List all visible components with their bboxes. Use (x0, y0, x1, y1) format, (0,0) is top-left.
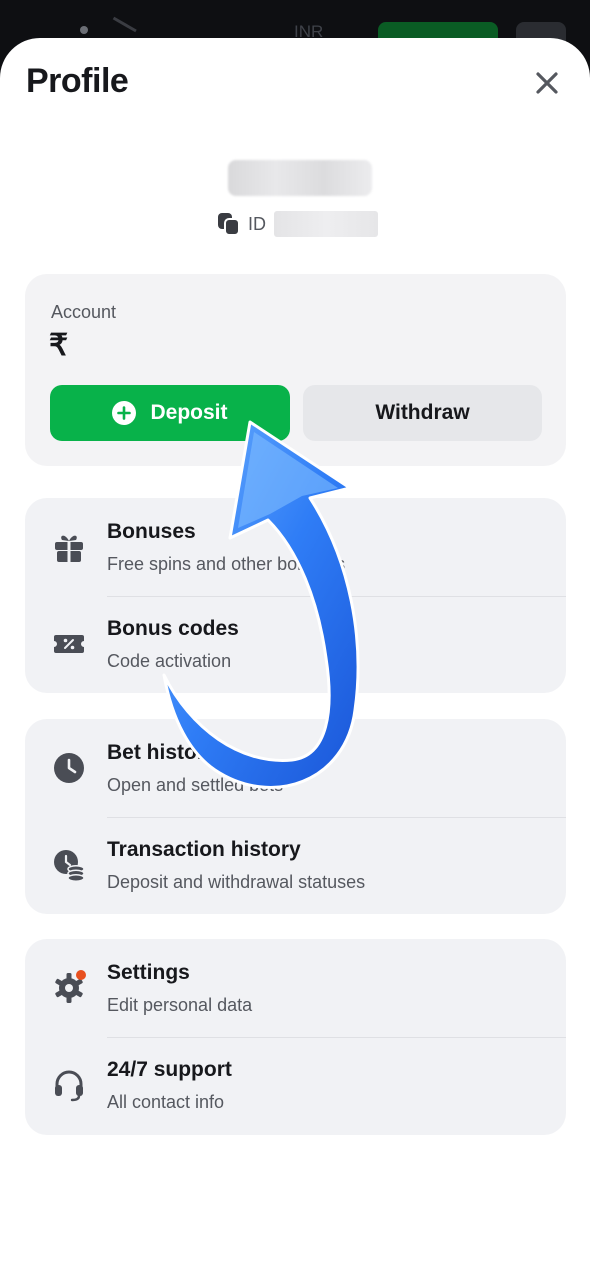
page-title: Profile (26, 62, 129, 100)
id-label: ID (248, 213, 266, 234)
menu-item-subtitle: Code activation (107, 651, 232, 671)
menu-item-settings[interactable]: Settings Edit personal data (25, 939, 566, 1037)
deposit-button[interactable]: Deposit (50, 385, 290, 441)
menu-item-bet-history[interactable]: Bet history Open and settled bets (25, 719, 566, 817)
gift-icon (55, 535, 83, 562)
clock-icon (54, 753, 84, 783)
gear-icon (55, 970, 86, 1003)
menu-item-bonus-codes[interactable]: Bonus codes Code activation (25, 595, 566, 693)
copy-id-button[interactable] (216, 211, 242, 237)
account-card: Account ₹ Deposit Withdraw (25, 274, 566, 466)
clock-coins-icon (54, 850, 85, 882)
coupon-icon (54, 635, 84, 653)
menu-item-subtitle: All contact info (107, 1092, 225, 1112)
withdraw-label: Withdraw (375, 401, 470, 424)
username-redacted (228, 160, 372, 196)
deposit-label: Deposit (150, 401, 228, 424)
menu-item-subtitle: Deposit and withdrawal statuses (107, 872, 366, 892)
menu-item-title: Bonuses (107, 520, 196, 543)
menu-item-transaction-history[interactable]: Transaction history Deposit and withdraw… (25, 816, 566, 914)
user-id-row: ID (216, 210, 378, 238)
menu-item-subtitle: Edit personal data (107, 995, 253, 1015)
menu-item-title: Settings (107, 961, 190, 984)
account-label: Account (51, 302, 117, 322)
notification-dot (76, 970, 86, 980)
user-id-redacted (274, 211, 378, 237)
menu-item-title: Bet history (107, 741, 217, 764)
copy-icon (218, 213, 240, 236)
menu-item-subtitle: Free spins and other bonuses (107, 554, 346, 574)
menu-item-support[interactable]: 24/7 support All contact info (25, 1036, 566, 1134)
plus-circle-icon (112, 401, 137, 425)
history-menu-card: Bet history Open and settled bets Transa… (25, 719, 566, 914)
settings-menu-card: Settings Edit personal data 24/7 support… (25, 939, 566, 1135)
withdraw-button[interactable]: Withdraw (303, 385, 542, 441)
bonus-menu-card: Bonuses Free spins and other bonuses Bon… (25, 498, 566, 693)
close-icon (536, 72, 558, 94)
status-dot (80, 26, 88, 34)
menu-item-title: 24/7 support (107, 1058, 232, 1081)
headset-icon (55, 1070, 83, 1102)
menu-item-subtitle: Open and settled bets (107, 775, 284, 795)
balance-currency: ₹ (49, 329, 69, 362)
menu-item-title: Transaction history (107, 838, 301, 861)
menu-item-title: Bonus codes (107, 617, 239, 640)
profile-sheet: Profile ID Account ₹ Deposit Withdraw Bo… (0, 38, 590, 1280)
close-button[interactable] (530, 66, 564, 100)
menu-item-bonuses[interactable]: Bonuses Free spins and other bonuses (25, 498, 566, 596)
